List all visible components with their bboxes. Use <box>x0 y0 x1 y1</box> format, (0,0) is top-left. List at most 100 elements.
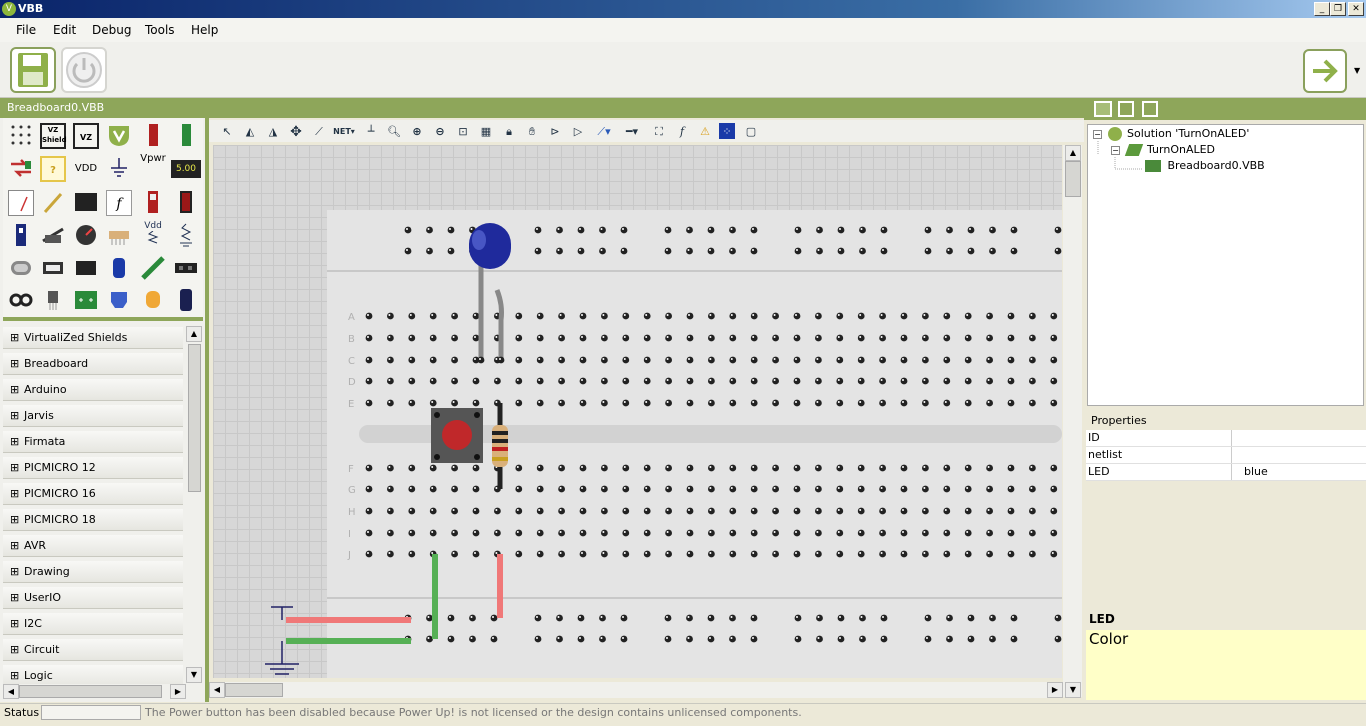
scroll-down-icon[interactable]: ▼ <box>186 667 202 683</box>
help-component-icon[interactable]: ? <box>40 156 66 182</box>
probe-icon[interactable] <box>40 190 66 216</box>
power-button[interactable] <box>61 47 107 93</box>
meter-icon[interactable] <box>8 190 34 216</box>
save-button[interactable] <box>10 47 56 93</box>
fit-selection-icon[interactable]: ⛶ <box>650 123 668 141</box>
close-button[interactable]: ✕ <box>1348 2 1364 16</box>
single-layout-icon[interactable] <box>1094 101 1112 117</box>
resistor-array-icon[interactable] <box>106 223 132 249</box>
canvas-hscrollbar[interactable]: ◀ ▶ <box>209 682 1063 698</box>
menu-tools[interactable]: Tools <box>145 23 175 37</box>
expand-plus-icon[interactable]: ⊞ <box>10 639 19 661</box>
expand-plus-icon[interactable]: ⊞ <box>10 509 19 531</box>
pull-down-resistor-icon[interactable] <box>173 223 199 249</box>
scroll-right-icon[interactable]: ▶ <box>170 684 186 699</box>
electrolytic-capacitor-icon[interactable] <box>173 288 199 314</box>
capacitor-orange-icon[interactable] <box>140 288 166 314</box>
capacitor-blue-icon[interactable] <box>106 256 132 282</box>
design-canvas[interactable]: ABCDE FGHIJ <box>213 145 1062 678</box>
category-drawing[interactable]: ⊞ Drawing <box>3 561 183 583</box>
pan-hand-icon[interactable]: ✋︎ <box>523 123 541 141</box>
buffer-icon[interactable]: ▷ <box>569 123 587 141</box>
document-tab[interactable]: Breadboard0.VBB <box>0 98 1084 118</box>
menu-help[interactable]: Help <box>191 23 218 37</box>
category-picmicro-18[interactable]: ⊞ PICMICRO 18 <box>3 509 183 531</box>
speaker-icon[interactable] <box>106 288 132 314</box>
category-picmicro-16[interactable]: ⊞ PICMICRO 16 <box>3 483 183 505</box>
expand-plus-icon[interactable]: ⊞ <box>10 431 19 453</box>
category-hscrollbar[interactable]: ◀ ▶ <box>3 684 186 699</box>
vz-shield-icon[interactable]: VZ Shield <box>40 123 67 149</box>
scroll-down-icon[interactable]: ▼ <box>1065 682 1081 698</box>
scroll-thumb[interactable] <box>1065 161 1081 197</box>
property-value[interactable] <box>1231 430 1366 446</box>
category-userio[interactable]: ⊞ UserIO <box>3 587 183 609</box>
warning-icon[interactable]: ⚠ <box>696 123 714 141</box>
scroll-left-icon[interactable]: ◀ <box>3 684 19 699</box>
property-value[interactable] <box>1231 447 1366 463</box>
lcd-icon[interactable] <box>73 190 99 216</box>
wire-color-icon[interactable]: ⟋▾ <box>592 123 616 141</box>
property-row-led[interactable]: LED blue <box>1086 464 1366 481</box>
pointer-icon[interactable]: ↖ <box>218 123 236 141</box>
hscroll-thumb[interactable] <box>19 685 162 698</box>
minimize-button[interactable]: _ <box>1314 2 1330 16</box>
expand-plus-icon[interactable]: ⊞ <box>10 483 19 505</box>
expand-plus-icon[interactable]: ⊞ <box>10 405 19 427</box>
zoom-in-icon[interactable]: ⊕ <box>408 123 426 141</box>
diode-icon[interactable] <box>140 256 166 282</box>
category-picmicro-12[interactable]: ⊞ PICMICRO 12 <box>3 457 183 479</box>
function-tool-icon[interactable]: f <box>673 123 691 141</box>
category-arduino[interactable]: ⊞ Arduino <box>3 379 183 401</box>
category-firmata[interactable]: ⊞ Firmata <box>3 431 183 453</box>
lock-icon[interactable]: 🔒︎ <box>500 123 518 141</box>
line-tool-icon[interactable]: ⟋ <box>310 123 328 141</box>
category-avr[interactable]: ⊞ AVR <box>3 535 183 557</box>
motor-icon[interactable] <box>40 256 66 282</box>
chevron-down-icon[interactable]: ▼ <box>1354 66 1360 75</box>
link-icon[interactable] <box>8 288 34 314</box>
dark-red-module-icon[interactable] <box>173 190 199 216</box>
scroll-up-icon[interactable]: ▲ <box>186 326 202 342</box>
green-module-icon[interactable] <box>173 123 199 149</box>
category-jarvis[interactable]: ⊞ Jarvis <box>3 405 183 427</box>
vbb-logo-icon[interactable] <box>106 123 132 149</box>
relay-icon[interactable] <box>40 223 66 249</box>
property-row-id[interactable]: ID <box>1086 430 1366 447</box>
restore-button[interactable]: ❐ <box>1330 2 1346 16</box>
zoom-out-icon[interactable]: ⊖ <box>431 123 449 141</box>
menu-file[interactable]: File <box>16 23 36 37</box>
category-breadboard[interactable]: ⊞ Breadboard <box>3 353 183 375</box>
io-exchange-icon[interactable] <box>8 156 34 182</box>
scroll-left-icon[interactable]: ◀ <box>209 682 225 698</box>
expand-plus-icon[interactable]: ⊞ <box>10 561 19 583</box>
run-arrow-button[interactable] <box>1303 49 1347 93</box>
expand-plus-icon[interactable]: ⊞ <box>10 613 19 635</box>
move-icon[interactable]: ✥ <box>287 123 305 141</box>
line-style-icon[interactable]: ━▾ <box>620 123 644 141</box>
breadboard-grid-icon[interactable] <box>8 123 34 149</box>
zoom-region-icon[interactable]: ▦ <box>477 123 495 141</box>
expand-plus-icon[interactable]: ⊞ <box>10 353 19 375</box>
vdd-resistor-icon[interactable]: Vdd <box>140 221 166 247</box>
vdd-icon[interactable]: VDD <box>73 156 99 182</box>
crystal-icon[interactable] <box>8 256 34 282</box>
ic-chip-icon[interactable] <box>73 256 99 282</box>
expand-plus-icon[interactable]: ⊞ <box>10 327 19 349</box>
category-scrollbar[interactable]: ▲ ▼ <box>186 326 203 684</box>
red-module-icon[interactable] <box>140 123 166 149</box>
hscroll-thumb[interactable] <box>225 683 283 697</box>
junction-icon[interactable]: ┴ <box>362 123 380 141</box>
net-tool-icon[interactable]: NET▾ <box>331 123 357 141</box>
switch-red-icon[interactable] <box>140 190 166 216</box>
menu-debug[interactable]: Debug <box>92 23 131 37</box>
vz-shield-alt-icon[interactable]: VZ <box>73 123 99 149</box>
category-circuit[interactable]: ⊞ Circuit <box>3 639 183 661</box>
scroll-up-icon[interactable]: ▲ <box>1065 145 1081 161</box>
vpwr-icon[interactable]: Vpwr <box>140 152 166 178</box>
zoom-fit-icon[interactable]: ⊡ <box>454 123 472 141</box>
page-icon[interactable]: ▢ <box>742 123 760 141</box>
expand-plus-icon[interactable]: ⊞ <box>10 587 19 609</box>
category-virtualized-shields[interactable]: ⊞ VirtualiZed Shields <box>3 327 183 349</box>
breadboard-drawing[interactable]: ABCDE FGHIJ <box>213 145 1062 678</box>
